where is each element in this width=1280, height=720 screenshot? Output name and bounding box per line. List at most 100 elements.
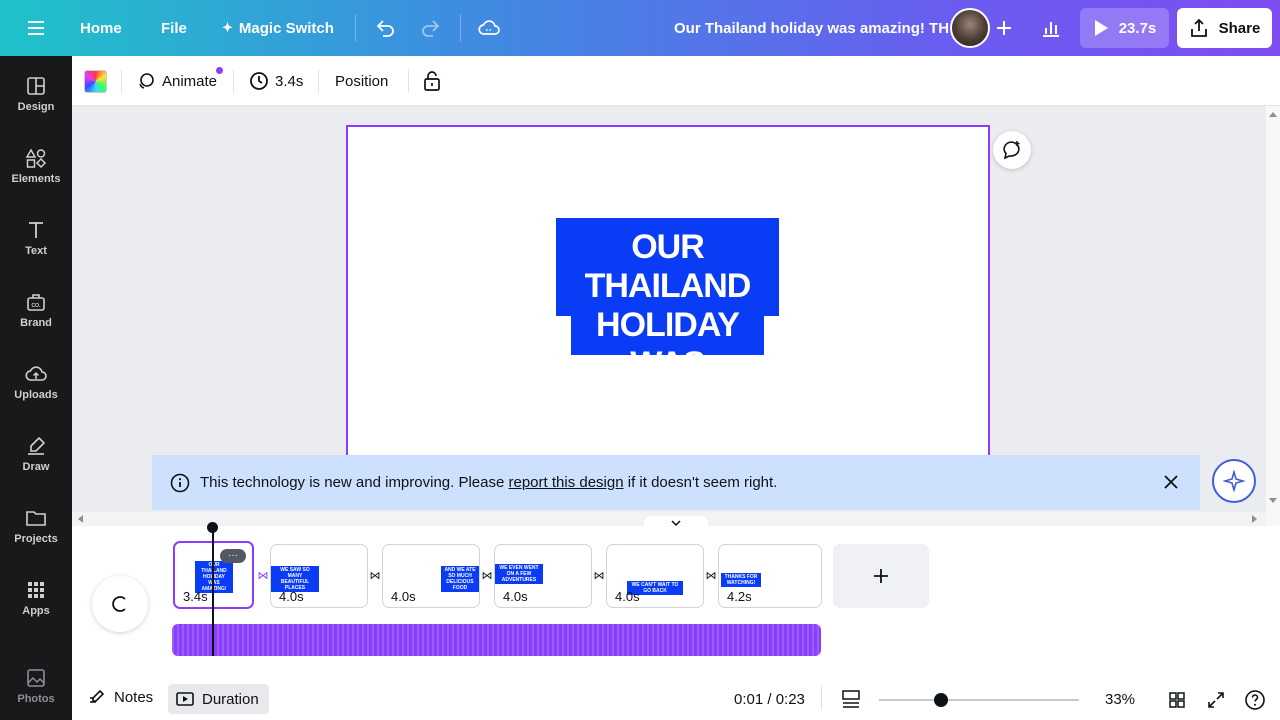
fullscreen-button[interactable] — [1207, 691, 1225, 709]
add-page-button[interactable] — [833, 544, 929, 608]
lock-button[interactable] — [422, 56, 442, 106]
page-duration: 4.0s — [615, 589, 640, 604]
page-more-button[interactable]: ··· — [220, 549, 246, 563]
transition-icon[interactable]: ⋈ — [704, 570, 718, 582]
sidebar-item-design[interactable]: Design — [0, 62, 72, 126]
new-indicator-dot — [216, 67, 223, 74]
magic-assistant-button[interactable] — [1212, 459, 1256, 503]
thumbnail-preview: THANKS FOR WATCHING! — [721, 573, 761, 587]
menu-button[interactable] — [26, 0, 46, 56]
animate-icon — [139, 73, 154, 89]
page-thumbnail[interactable]: WE SAW SO MANY BEAUTIFUL PLACES 4.0s — [270, 544, 368, 608]
transition-icon[interactable]: ⋈ — [256, 570, 270, 582]
file-menu-button[interactable]: File — [161, 0, 187, 56]
help-icon — [1245, 690, 1265, 710]
sidebar-item-label: Uploads — [14, 389, 58, 401]
cloud-save-button[interactable] — [477, 0, 501, 56]
video-icon — [176, 692, 194, 706]
divider — [408, 69, 409, 93]
animate-button[interactable]: Animate — [136, 56, 217, 106]
divider — [233, 69, 234, 93]
text-icon — [29, 222, 43, 238]
page-duration: 4.0s — [503, 589, 528, 604]
info-icon — [170, 473, 190, 492]
scroll-up-arrow[interactable] — [1269, 112, 1277, 117]
sidebar-item-brand[interactable]: CO. Brand — [0, 278, 72, 342]
sidebar-item-label: Draw — [22, 461, 50, 473]
timing-button[interactable]: 3.4s — [249, 56, 303, 106]
notes-button[interactable]: Notes — [88, 688, 153, 706]
redo-button[interactable] — [420, 0, 442, 56]
vertical-scrollbar[interactable] — [1266, 106, 1280, 526]
design-page[interactable]: OUR THAILAND HOLIDAY WAS AMAZING! — [346, 125, 990, 469]
layout-toggle-button[interactable] — [841, 689, 861, 709]
close-icon — [1164, 475, 1178, 489]
magic-switch-button[interactable]: ✦ Magic Switch — [222, 0, 334, 56]
sidebar-item-photos[interactable]: Photos — [0, 654, 72, 718]
avatar[interactable] — [950, 0, 990, 56]
projects-icon — [26, 511, 46, 526]
redo-icon — [422, 20, 440, 37]
scroll-right-arrow[interactable] — [1252, 515, 1257, 523]
sidebar-item-apps[interactable]: Apps — [0, 566, 72, 630]
audio-waveform — [172, 624, 821, 656]
add-comment-button[interactable] — [993, 131, 1031, 169]
sidebar-item-uploads[interactable]: Uploads — [0, 350, 72, 414]
page-thumbnail[interactable]: THANKS FOR WATCHING! 4.2s — [718, 544, 822, 608]
page-thumbnail[interactable]: OUR THAILAND HOLIDAY WAS AMAZING! 3.4s ·… — [173, 541, 254, 609]
grid-view-button[interactable] — [1168, 691, 1186, 709]
bar-chart-icon — [1043, 22, 1059, 37]
plus-icon — [874, 569, 888, 583]
sidebar-item-elements[interactable]: Elements — [0, 134, 72, 198]
home-button[interactable]: Home — [80, 0, 122, 56]
page-duration: 4.0s — [391, 589, 416, 604]
report-design-link[interactable]: report this design — [509, 474, 624, 491]
photos-icon — [27, 669, 45, 687]
top-bar: Home File ✦ Magic Switch Our Thailand ho… — [0, 0, 1280, 56]
zoom-slider[interactable] — [879, 693, 1079, 707]
collapse-timeline-button[interactable] — [644, 516, 708, 530]
apps-icon — [28, 582, 44, 598]
color-picker-button[interactable] — [84, 56, 107, 106]
zoom-slider-thumb[interactable] — [934, 693, 948, 707]
sidebar-item-label: Text — [25, 245, 47, 257]
scroll-down-arrow[interactable] — [1269, 498, 1277, 503]
loading-button[interactable] — [92, 576, 148, 632]
playhead-handle[interactable] — [207, 522, 218, 533]
insights-button[interactable] — [1040, 0, 1062, 56]
playhead[interactable] — [212, 528, 214, 656]
add-collaborator-button[interactable] — [993, 0, 1015, 56]
sidebar-item-draw[interactable]: Draw — [0, 422, 72, 486]
zoom-level[interactable]: 33% — [1105, 691, 1135, 708]
help-button[interactable] — [1244, 689, 1266, 711]
page-thumbnail[interactable]: WE CAN'T WAIT TO GO BACK 4.0s — [606, 544, 704, 608]
share-button[interactable]: Share — [1177, 8, 1272, 48]
design-title[interactable]: Our Thailand holiday was amazing! TH — [674, 0, 949, 56]
audio-track[interactable] — [172, 624, 821, 656]
undo-icon — [376, 20, 394, 37]
headline-text[interactable]: OUR THAILAND HOLIDAY WAS AMAZING! — [556, 228, 779, 423]
timing-label: 3.4s — [275, 72, 304, 90]
play-button[interactable]: 23.7s — [1080, 8, 1169, 48]
transition-icon[interactable]: ⋈ — [592, 570, 606, 582]
undo-button[interactable] — [374, 0, 396, 56]
scroll-left-arrow[interactable] — [78, 515, 83, 523]
transition-icon[interactable]: ⋈ — [368, 570, 382, 582]
page-thumbnail[interactable]: AND WE ATE SO MUCH DELICIOUS FOOD 4.0s — [382, 544, 480, 608]
sidebar-item-text[interactable]: Text — [0, 206, 72, 270]
color-swatch-icon — [84, 69, 107, 93]
close-banner-button[interactable] — [1162, 473, 1180, 491]
page-thumbnail[interactable]: WE EVEN WENT ON A FEW ADVENTURES 4.0s — [494, 544, 592, 608]
sidebar-item-label: Apps — [22, 605, 50, 617]
play-icon — [1094, 20, 1108, 36]
position-button[interactable]: Position — [335, 56, 388, 106]
duration-button[interactable]: Duration — [168, 684, 269, 714]
uploads-icon — [25, 366, 47, 381]
share-icon — [1190, 18, 1207, 37]
animate-label: Animate — [162, 72, 218, 90]
transition-icon[interactable]: ⋈ — [480, 570, 494, 582]
divider — [460, 14, 461, 42]
sidebar-item-projects[interactable]: Projects — [0, 494, 72, 558]
info-banner: This technology is new and improving. Pl… — [152, 455, 1200, 510]
sidebar-item-label: Projects — [14, 533, 58, 545]
